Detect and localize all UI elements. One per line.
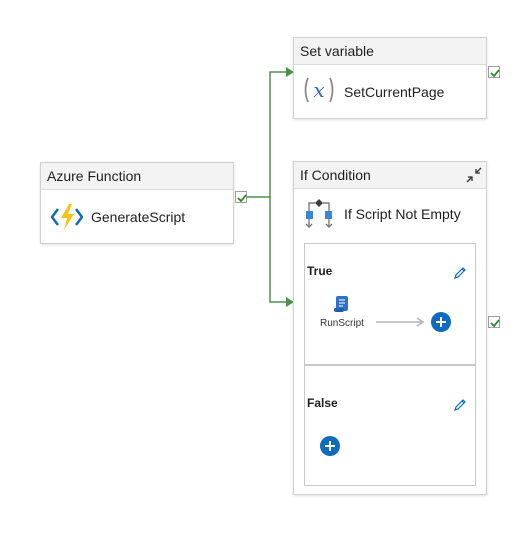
if-condition-header: If Condition: [294, 162, 486, 189]
branch-flow-arrow: [376, 317, 425, 327]
variable-icon: x: [302, 76, 336, 109]
if-condition-name: If Script Not Empty: [344, 206, 461, 222]
set-variable-activity[interactable]: Set variable x SetCurrentPage: [293, 37, 487, 119]
azure-function-name: GenerateScript: [91, 209, 186, 225]
if-condition-success-checkbox[interactable]: [488, 316, 500, 328]
set-variable-success-checkbox[interactable]: [488, 66, 500, 78]
false-branch-title: False: [307, 396, 338, 410]
true-branch[interactable]: True RunScript: [304, 243, 476, 365]
collapse-icon[interactable]: [466, 167, 482, 188]
run-script-label: RunScript: [320, 318, 364, 329]
connector-to-set-variable: [247, 71, 286, 198]
true-branch-edit-icon[interactable]: [453, 266, 467, 285]
azure-function-success-checkbox[interactable]: [235, 191, 247, 203]
true-branch-title: True: [307, 264, 333, 278]
if-condition-icon: [304, 197, 334, 234]
azure-function-icon: [50, 203, 84, 236]
azure-function-activity[interactable]: Azure Function GenerateScript: [40, 162, 234, 244]
set-variable-name: SetCurrentPage: [344, 84, 445, 100]
connector-to-if-condition: [269, 197, 286, 303]
if-condition-activity[interactable]: If Condition If Script Not Empty True Ru…: [293, 161, 487, 495]
run-script-activity[interactable]: RunScript: [317, 294, 367, 334]
svg-text:x: x: [313, 78, 324, 102]
false-branch-edit-icon[interactable]: [453, 398, 467, 417]
azure-function-header: Azure Function: [41, 163, 233, 190]
true-branch-add-activity-button[interactable]: [431, 312, 451, 332]
set-variable-header: Set variable: [294, 38, 486, 65]
false-branch-add-activity-button[interactable]: [320, 436, 340, 456]
script-icon: [332, 294, 352, 319]
false-branch[interactable]: False: [304, 365, 476, 486]
